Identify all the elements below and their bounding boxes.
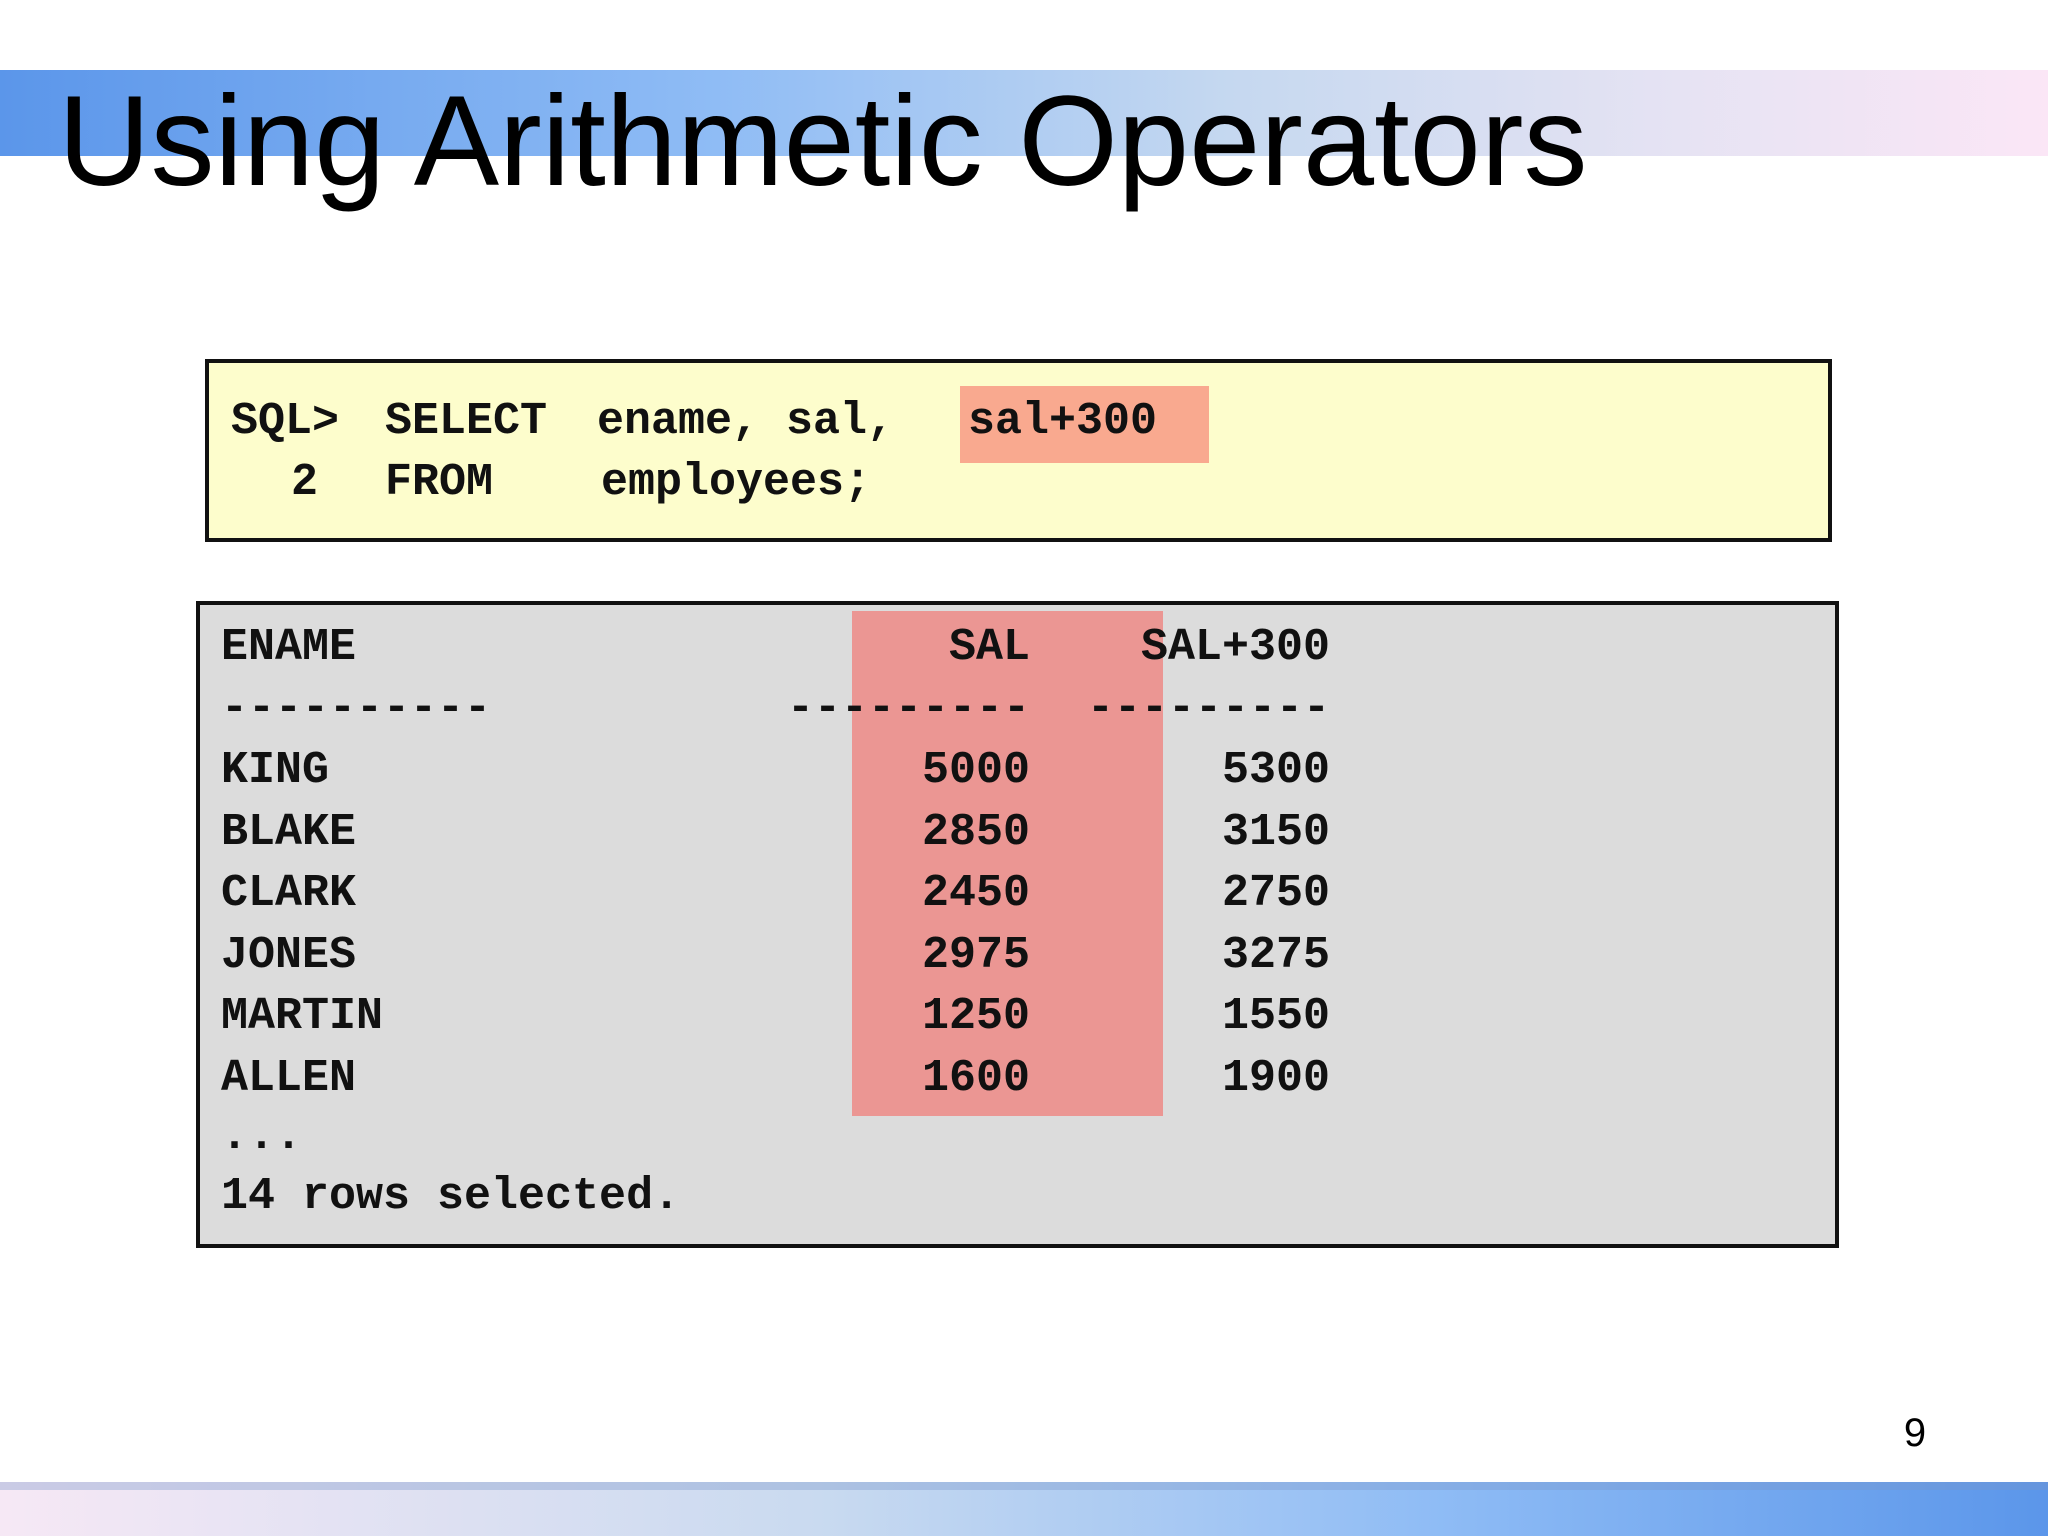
header-sal-plus-300: SAL+300 bbox=[1140, 622, 1330, 673]
query-result-box: ENAME SAL SAL+300 ---------- --------- -… bbox=[196, 601, 1839, 1248]
sql-line-number: 2 bbox=[291, 457, 319, 508]
sql-select-keyword: SELECT bbox=[385, 396, 548, 447]
row-sal: 5000 bbox=[921, 745, 1030, 796]
slide: Using Arithmetic Operators SQL> SELECT e… bbox=[0, 0, 2048, 1536]
sql-table-name: employees; bbox=[601, 457, 872, 508]
row-sal-plus-300: 1900 bbox=[1221, 1053, 1330, 1104]
separator-sal: --------- bbox=[786, 683, 1030, 734]
sql-prompt: SQL> bbox=[231, 396, 340, 447]
sql-column-list: ename, sal, bbox=[597, 396, 895, 447]
row-sal: 2975 bbox=[921, 930, 1030, 981]
result-ellipsis: ... bbox=[221, 1111, 303, 1162]
footer-banner bbox=[0, 1482, 2048, 1536]
row-sal-plus-300: 3150 bbox=[1221, 807, 1330, 858]
slide-title: Using Arithmetic Operators bbox=[58, 70, 1588, 213]
row-ename: KING bbox=[221, 745, 330, 796]
header-sal: SAL bbox=[948, 622, 1030, 673]
sql-code-box: SQL> SELECT ename, sal, sal+300 2 FROM e… bbox=[205, 359, 1832, 542]
row-sal: 2850 bbox=[921, 807, 1030, 858]
sql-arithmetic-expression: sal+300 bbox=[968, 396, 1158, 447]
sql-from-keyword: FROM bbox=[385, 457, 494, 508]
row-sal-plus-300: 2750 bbox=[1221, 868, 1330, 919]
row-sal: 1250 bbox=[921, 991, 1030, 1042]
row-sal-plus-300: 1550 bbox=[1221, 991, 1330, 1042]
row-sal: 1600 bbox=[921, 1053, 1030, 1104]
page-number: 9 bbox=[1903, 1411, 1927, 1455]
row-sal-plus-300: 5300 bbox=[1221, 745, 1330, 796]
row-sal: 2450 bbox=[921, 868, 1030, 919]
rows-selected-message: 14 rows selected. bbox=[221, 1171, 681, 1222]
separator-sal-plus-300: --------- bbox=[1086, 683, 1330, 734]
row-sal-plus-300: 3275 bbox=[1221, 930, 1330, 981]
